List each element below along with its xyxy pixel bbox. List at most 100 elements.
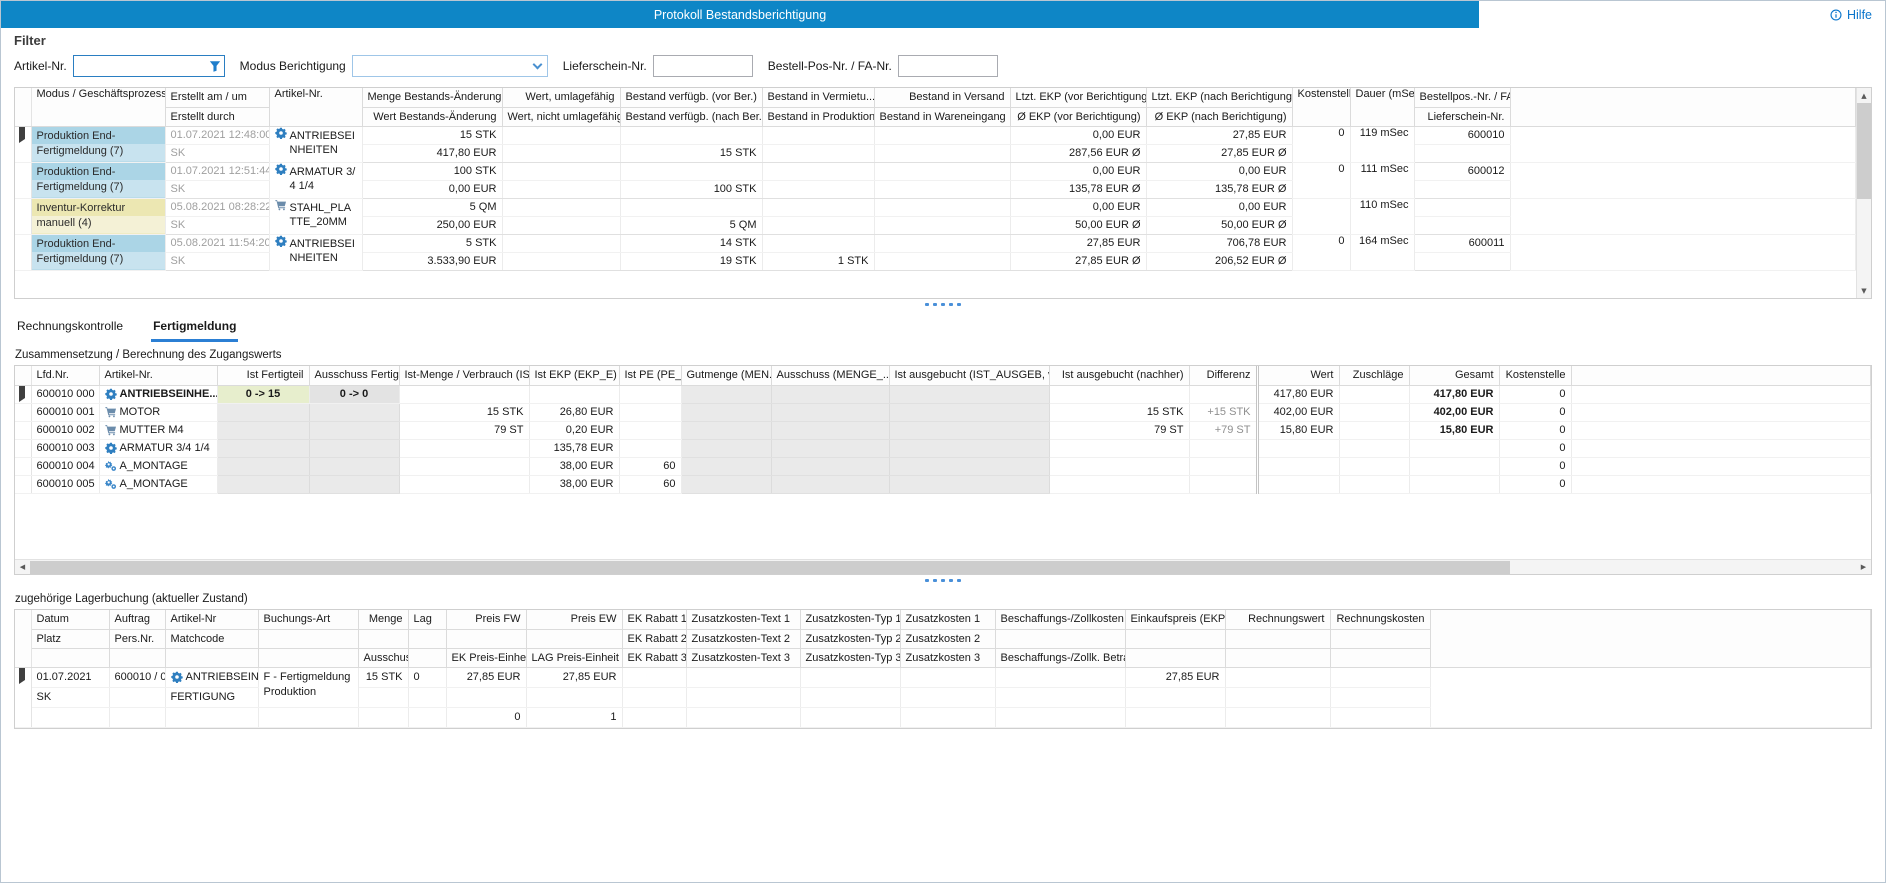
modus-berichtigung-combobox[interactable] [352, 55, 548, 77]
col-zusatzkosten-typ-1[interactable]: Zusatzkosten-Typ 1 [800, 610, 900, 629]
col-ek-rabatt-2[interactable]: EK Rabatt 2 [622, 629, 686, 648]
col-wert-umlagefaehig[interactable]: Wert, umlagefähig [502, 88, 620, 107]
col-ek-rabatt-3[interactable]: EK Rabatt 3 [622, 648, 686, 667]
horizontal-scrollbar[interactable]: ◀ ▶ [15, 559, 1871, 574]
protocol-row[interactable]: Produktion End-Fertigmeldung (7) 01.07.2… [15, 162, 1856, 180]
col-artikel-nr[interactable]: Artikel-Nr [165, 610, 258, 629]
col-bestand-versand[interactable]: Bestand in Versand [874, 88, 1010, 107]
col-bestand-verf-nach[interactable]: Bestand verfügb. (nach Ber.) [620, 107, 762, 126]
col-pers-nr[interactable]: Pers.Nr. [109, 629, 165, 648]
col-menge[interactable]: Menge [358, 610, 408, 629]
col-zusatzkosten-typ-2[interactable]: Zusatzkosten-Typ 2 [800, 629, 900, 648]
col-ausschuss-fertigteil[interactable]: Ausschuss Fertigteil [309, 366, 399, 385]
splitter-bottom[interactable] [1, 575, 1885, 586]
splitter-top[interactable] [1, 299, 1885, 310]
col-artikel[interactable]: Artikel-Nr. [269, 88, 362, 126]
col-datum[interactable]: Datum [31, 610, 109, 629]
artikel-nr-input[interactable] [73, 55, 225, 77]
col-erstellt-durch[interactable]: Erstellt durch [165, 107, 269, 126]
col-preis-ew[interactable]: Preis EW [526, 610, 622, 629]
col-beschaffungs-zollk-betrag[interactable]: Beschaffungs-/Zollk. Betrag [995, 648, 1125, 667]
tab-rechnungskontrolle[interactable]: Rechnungskontrolle [15, 313, 125, 342]
col-lieferschein[interactable]: Lieferschein-Nr. [1414, 107, 1510, 126]
col-bestand-vermietung[interactable]: Bestand in Vermietu... [762, 88, 874, 107]
col-bestand-verf-vor[interactable]: Bestand verfügb. (vor Ber.) [620, 88, 762, 107]
col-modus[interactable]: Modus / Geschäftsprozess [31, 88, 165, 126]
col-lfd-nr[interactable]: Lfd.Nr. [31, 366, 99, 385]
bestellpos-nr-input[interactable] [898, 55, 998, 77]
protocol-row[interactable]: Produktion End-Fertigmeldung (7) 01.07.2… [15, 126, 1856, 144]
composition-row[interactable]: 600010 005 A_MONTAGE 38,00 EUR 60 [15, 475, 1871, 493]
composition-row[interactable]: 600010 002 MUTTER M4 79 ST 0,20 EUR 79 S… [15, 421, 1871, 439]
col-matchcode[interactable]: Matchcode [165, 629, 258, 648]
col-wert[interactable]: Wert Bestands-Änderung [362, 107, 502, 126]
col-gesamt[interactable]: Gesamt [1409, 366, 1499, 385]
col-ist-pe[interactable]: Ist PE (PE_E) [619, 366, 681, 385]
col-platz[interactable]: Platz [31, 629, 109, 648]
col-artikel[interactable]: Artikel-Nr. [99, 366, 217, 385]
col-kostenstelle[interactable]: Kostenstelle [1499, 366, 1571, 385]
col-avg-ekp-nach[interactable]: Ø EKP (nach Berichtigung) [1146, 107, 1292, 126]
artikel-nr-field[interactable] [74, 56, 206, 76]
scrollbar-thumb[interactable] [1857, 103, 1871, 199]
scroll-right-button[interactable]: ▶ [1856, 563, 1871, 571]
col-einkaufspreis[interactable]: Einkaufspreis (EKP) [1125, 610, 1225, 629]
col-ist-fertigteil[interactable]: Ist Fertigteil [217, 366, 309, 385]
col-rechnungswert[interactable]: Rechnungswert [1225, 610, 1330, 629]
col-preis-fw[interactable]: Preis FW [446, 610, 526, 629]
protocol-row[interactable]: Produktion End-Fertigmeldung (7) 05.08.2… [15, 234, 1856, 252]
col-zuschlaege[interactable]: Zuschläge [1339, 366, 1409, 385]
lager-row[interactable]: 01.07.2021 600010 / 000 ANTRIEBSEIN... F… [15, 667, 1871, 687]
col-ist-ausgebucht-nachher[interactable]: Ist ausgebucht (nachher) [1049, 366, 1189, 385]
lieferschein-nr-field[interactable] [654, 56, 752, 76]
col-bestand-wareneingang[interactable]: Bestand in Wareneingang [874, 107, 1010, 126]
composition-row[interactable]: 600010 004 A_MONTAGE 38,00 EUR 60 [15, 457, 1871, 475]
col-zusatzkosten-1[interactable]: Zusatzkosten 1 [900, 610, 995, 629]
col-zusatzkosten-text-3[interactable]: Zusatzkosten-Text 3 [686, 648, 800, 667]
lieferschein-nr-input[interactable] [653, 55, 753, 77]
col-zusatzkosten-text-1[interactable]: Zusatzkosten-Text 1 [686, 610, 800, 629]
col-zusatzkosten-3[interactable]: Zusatzkosten 3 [900, 648, 995, 667]
col-avg-ekp-vor[interactable]: Ø EKP (vor Berichtigung) [1010, 107, 1146, 126]
col-erstellt-am[interactable]: Erstellt am / um [165, 88, 269, 107]
col-ist-menge[interactable]: Ist-Menge / Verbrauch (IST) [399, 366, 529, 385]
col-dauer[interactable]: Dauer (mSec) [1350, 88, 1414, 126]
composition-row[interactable]: 600010 003 ARMATUR 3/4 1/4 135,78 EUR [15, 439, 1871, 457]
scrollbar-thumb[interactable] [30, 561, 1510, 574]
col-lag-preis-einheit[interactable]: LAG Preis-Einheit [526, 648, 622, 667]
col-ist-ekp[interactable]: Ist EKP (EKP_E) [529, 366, 619, 385]
col-rechnungskosten[interactable]: Rechnungskosten [1330, 610, 1430, 629]
col-ltzt-ekp-vor[interactable]: Ltzt. EKP (vor Berichtigung) [1010, 88, 1146, 107]
composition-row[interactable]: 600010 001 MOTOR 15 STK 26,80 EUR 15 STK… [15, 403, 1871, 421]
col-menge[interactable]: Menge Bestands-Änderung [362, 88, 502, 107]
filter-funnel-icon[interactable] [206, 60, 224, 72]
col-ausschuss[interactable]: Ausschuss [358, 648, 408, 667]
col-lag[interactable]: Lag [408, 610, 446, 629]
col-zusatzkosten-2[interactable]: Zusatzkosten 2 [900, 629, 995, 648]
col-ltzt-ekp-nach[interactable]: Ltzt. EKP (nach Berichtigung) [1146, 88, 1292, 107]
vertical-scrollbar[interactable]: ▲ ▼ [1856, 88, 1871, 298]
col-beschaffungs-zollkosten[interactable]: Beschaffungs-/Zollkosten in % [995, 610, 1125, 629]
col-wert-nicht-umlagefaehig[interactable]: Wert, nicht umlagefähig [502, 107, 620, 126]
tab-fertigmeldung[interactable]: Fertigmeldung [151, 313, 238, 342]
col-ek-preis-einheit[interactable]: EK Preis-Einheit [446, 648, 526, 667]
protocol-row[interactable]: Inventur-Korrektur manuell (4) 05.08.202… [15, 198, 1856, 216]
col-zusatzkosten-typ-3[interactable]: Zusatzkosten-Typ 3 [800, 648, 900, 667]
col-ist-ausgebucht-vor[interactable]: Ist ausgebucht (IST_AUSGEB, vor... [889, 366, 1049, 385]
col-bestellpos[interactable]: Bestellpos.-Nr. / FA-Nr. [1414, 88, 1510, 107]
bestellpos-nr-field[interactable] [899, 56, 997, 76]
col-bestand-produktion[interactable]: Bestand in Produktion [762, 107, 874, 126]
col-ek-rabatt-1[interactable]: EK Rabatt 1 [622, 610, 686, 629]
col-gutmenge[interactable]: Gutmenge (MEN... [681, 366, 771, 385]
col-auftrag[interactable]: Auftrag [109, 610, 165, 629]
col-kostenstelle[interactable]: Kostenstelle [1292, 88, 1350, 126]
col-buchungs-art[interactable]: Buchungs-Art [258, 610, 358, 629]
col-zusatzkosten-text-2[interactable]: Zusatzkosten-Text 2 [686, 629, 800, 648]
col-differenz[interactable]: Differenz [1189, 366, 1257, 385]
scroll-left-button[interactable]: ◀ [15, 563, 30, 571]
help-link[interactable]: Hilfe [1830, 8, 1872, 22]
col-ausschuss[interactable]: Ausschuss (MENGE_... [771, 366, 889, 385]
scroll-up-button[interactable]: ▲ [1857, 88, 1871, 103]
scroll-down-button[interactable]: ▼ [1857, 283, 1871, 298]
col-wert[interactable]: Wert [1257, 366, 1339, 385]
